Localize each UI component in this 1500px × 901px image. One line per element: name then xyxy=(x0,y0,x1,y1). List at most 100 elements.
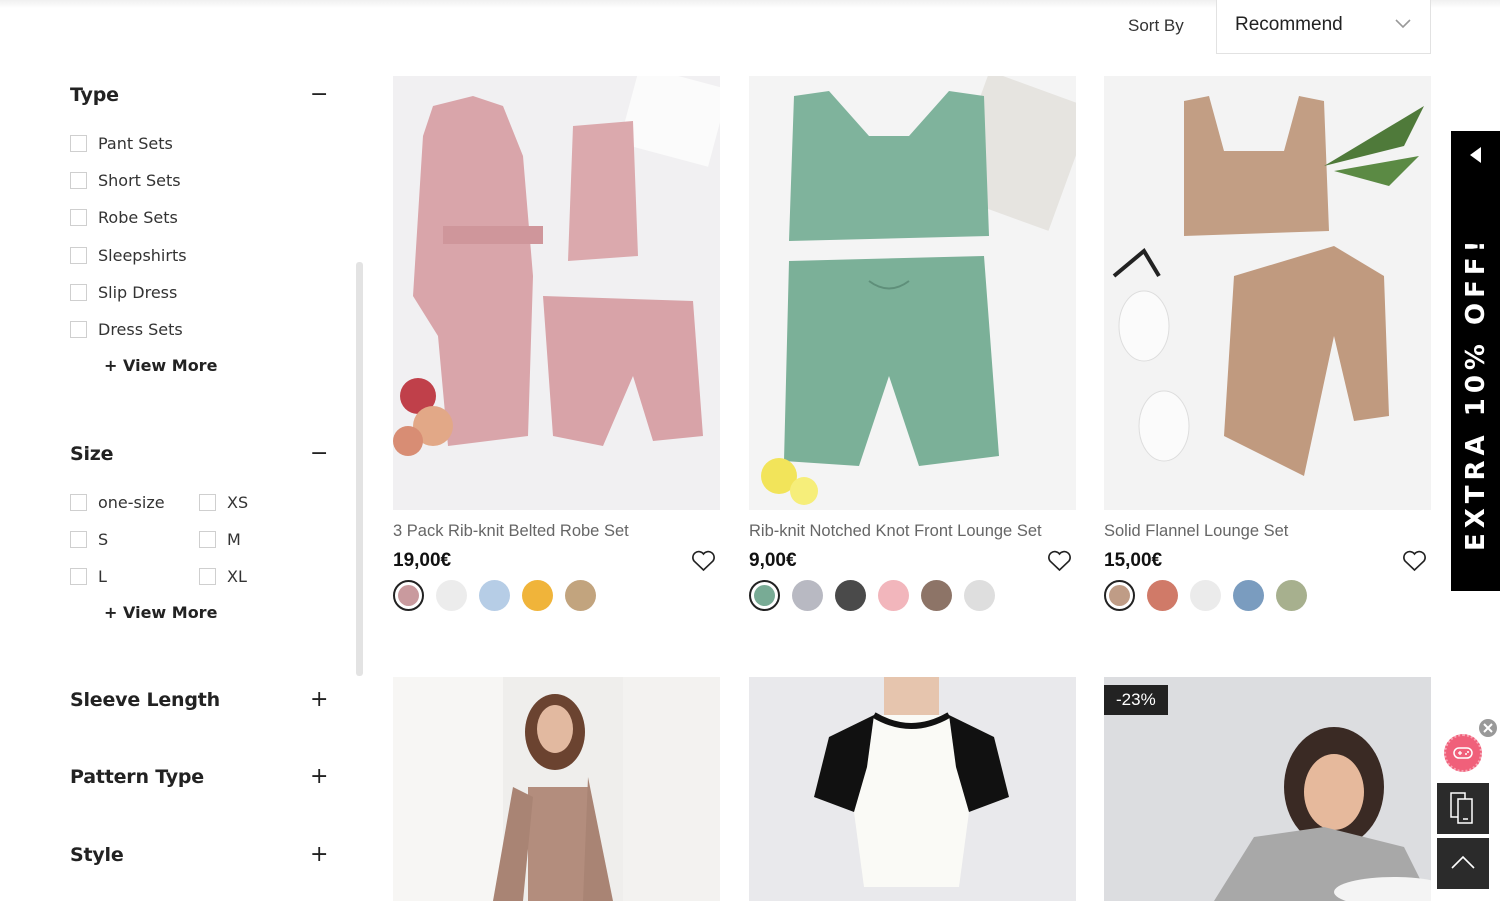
product-name[interactable]: 3 Pack Rib-knit Belted Robe Set xyxy=(393,522,629,541)
filter-option-l[interactable]: L xyxy=(70,565,107,587)
checkbox[interactable] xyxy=(70,171,87,189)
gamepad-icon[interactable] xyxy=(1444,734,1482,772)
filter-option-slip-dress[interactable]: Slip Dress xyxy=(70,281,177,303)
filter-option-short-sets[interactable]: Short Sets xyxy=(70,169,181,191)
sidebar-scrollbar[interactable] xyxy=(356,262,363,676)
checkbox[interactable] xyxy=(70,246,87,264)
sort-by-label: Sort By xyxy=(1128,16,1184,35)
filter-title-type[interactable]: Type xyxy=(70,84,119,106)
swatch-color xyxy=(878,580,909,611)
color-swatch[interactable] xyxy=(878,580,909,611)
product-name[interactable]: Solid Flannel Lounge Set xyxy=(1104,522,1288,541)
filter-group-size: Size − one-size XS S M L XL + View More xyxy=(70,443,330,643)
sort-dropdown[interactable]: Recommend xyxy=(1216,0,1431,54)
filter-option-sleepshirts[interactable]: Sleepshirts xyxy=(70,244,187,266)
product-card: Rib-knit Notched Knot Front Lounge Set 9… xyxy=(749,76,1076,616)
product-price: 19,00€ xyxy=(393,550,452,571)
option-label: Sleepshirts xyxy=(98,245,187,265)
swatch-color xyxy=(1276,580,1307,611)
raglan-tee-image xyxy=(749,677,1076,901)
product-card xyxy=(749,677,1076,901)
flannel-set-image xyxy=(1104,76,1431,510)
wishlist-heart-icon[interactable] xyxy=(1047,550,1072,572)
product-image[interactable] xyxy=(393,76,720,510)
expand-sleeve-length-button[interactable]: + xyxy=(310,689,328,713)
filter-title-sleeve-length[interactable]: Sleeve Length xyxy=(70,689,220,711)
wishlist-heart-icon[interactable] xyxy=(691,550,716,572)
product-image[interactable] xyxy=(393,677,720,901)
color-swatch[interactable] xyxy=(1104,580,1135,611)
product-card: Solid Flannel Lounge Set 15,00€ xyxy=(1104,76,1431,616)
close-icon[interactable] xyxy=(1479,719,1497,737)
filter-group-style[interactable]: Style + xyxy=(70,844,330,874)
color-swatch[interactable] xyxy=(393,580,424,611)
filter-title-size[interactable]: Size xyxy=(70,443,114,465)
checkbox[interactable] xyxy=(199,530,216,548)
size-view-more-link[interactable]: + View More xyxy=(104,603,217,622)
filter-option-one-size[interactable]: one-size xyxy=(70,491,165,513)
back-to-top-button[interactable] xyxy=(1437,838,1489,889)
filter-option-xl[interactable]: XL xyxy=(199,565,247,587)
filter-group-pattern-type[interactable]: Pattern Type + xyxy=(70,766,330,796)
color-swatch[interactable] xyxy=(792,580,823,611)
product-image[interactable] xyxy=(749,677,1076,901)
product-image[interactable] xyxy=(1104,76,1431,510)
compare-button[interactable] xyxy=(1437,783,1489,834)
wishlist-heart-icon[interactable] xyxy=(1402,550,1427,572)
checkbox[interactable] xyxy=(70,134,87,152)
color-swatch[interactable] xyxy=(1276,580,1307,611)
filter-option-pant-sets[interactable]: Pant Sets xyxy=(70,132,173,154)
filter-option-dress-sets[interactable]: Dress Sets xyxy=(70,318,183,340)
color-swatch[interactable] xyxy=(1147,580,1178,611)
filter-option-xs[interactable]: XS xyxy=(199,491,248,513)
swatch-color xyxy=(835,580,866,611)
filter-option-m[interactable]: M xyxy=(199,528,241,550)
option-label: S xyxy=(98,529,109,549)
color-swatch[interactable] xyxy=(522,580,553,611)
model-lounge-image xyxy=(393,677,720,901)
type-view-more-link[interactable]: + View More xyxy=(104,356,217,375)
filter-option-robe-sets[interactable]: Robe Sets xyxy=(70,206,178,228)
swatch-color xyxy=(1109,585,1130,606)
color-swatch[interactable] xyxy=(835,580,866,611)
filter-option-s[interactable]: S xyxy=(70,528,108,550)
swatch-color xyxy=(1233,580,1264,611)
checkbox[interactable] xyxy=(70,493,87,511)
collapse-type-button[interactable]: − xyxy=(310,84,328,108)
checkbox[interactable] xyxy=(70,320,87,338)
expand-pattern-type-button[interactable]: + xyxy=(310,766,328,790)
color-swatch[interactable] xyxy=(1233,580,1264,611)
product-name[interactable]: Rib-knit Notched Knot Front Lounge Set xyxy=(749,522,1042,541)
color-swatch[interactable] xyxy=(964,580,995,611)
filter-group-sleeve-length[interactable]: Sleeve Length + xyxy=(70,689,330,719)
collapse-size-button[interactable]: − xyxy=(310,443,328,467)
color-swatch[interactable] xyxy=(921,580,952,611)
color-swatch[interactable] xyxy=(479,580,510,611)
option-label: Pant Sets xyxy=(98,133,173,153)
checkbox[interactable] xyxy=(70,208,87,226)
checkbox[interactable] xyxy=(70,283,87,301)
filter-title-pattern-type[interactable]: Pattern Type xyxy=(70,766,204,788)
option-label: Slip Dress xyxy=(98,282,178,302)
swatch-color xyxy=(792,580,823,611)
product-image[interactable] xyxy=(749,76,1076,510)
color-swatch[interactable] xyxy=(749,580,780,611)
caret-left-icon xyxy=(1470,147,1481,163)
expand-style-button[interactable]: + xyxy=(310,844,328,868)
option-label: M xyxy=(227,529,241,549)
color-swatch[interactable] xyxy=(565,580,596,611)
option-label: one-size xyxy=(98,492,165,512)
option-label: L xyxy=(98,566,107,586)
filter-title-style[interactable]: Style xyxy=(70,844,124,866)
color-swatch[interactable] xyxy=(1190,580,1221,611)
product-card: -23% xyxy=(1104,677,1431,901)
checkbox[interactable] xyxy=(70,567,87,585)
checkbox[interactable] xyxy=(199,493,216,511)
color-swatch[interactable] xyxy=(436,580,467,611)
extra-discount-promo-tab[interactable]: EXTRA 10% OFF! xyxy=(1451,131,1500,591)
option-label: Robe Sets xyxy=(98,207,178,227)
checkbox[interactable] xyxy=(70,530,87,548)
discount-badge: -23% xyxy=(1104,685,1168,715)
checkbox[interactable] xyxy=(199,567,216,585)
swatch-color xyxy=(398,585,419,606)
